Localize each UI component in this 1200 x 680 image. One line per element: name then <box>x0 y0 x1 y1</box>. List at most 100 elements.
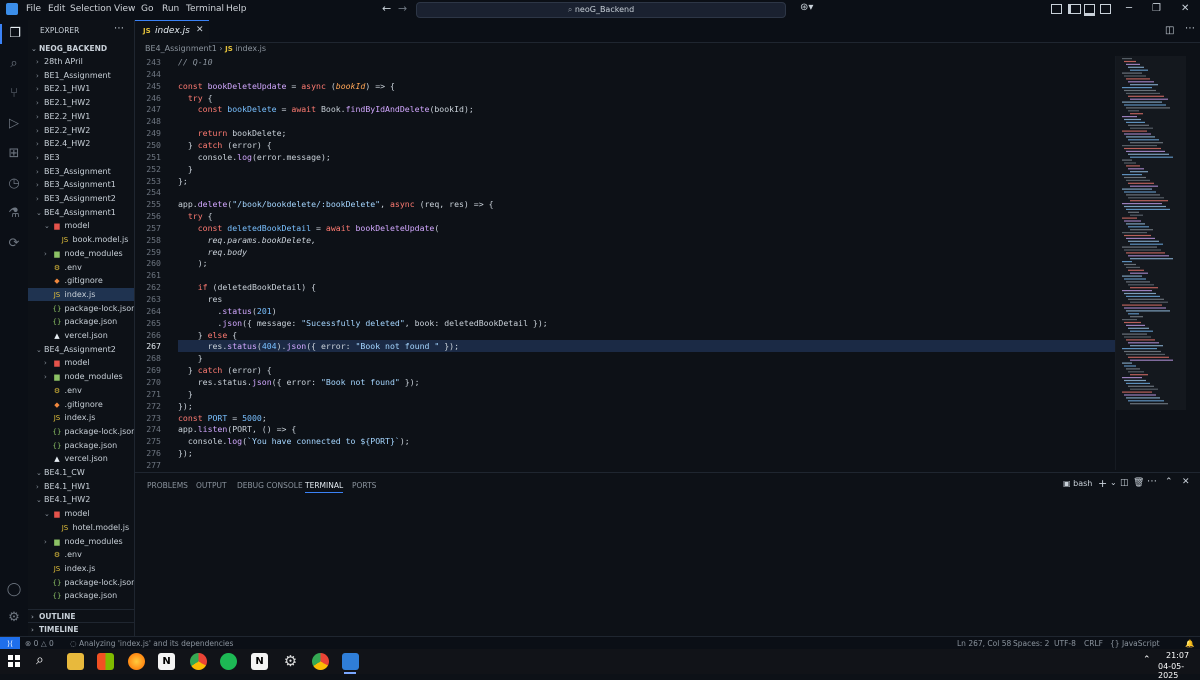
microsoft-store-icon[interactable] <box>97 653 114 670</box>
toggle-panel-icon[interactable] <box>1084 4 1095 16</box>
tab-ports[interactable]: PORTS <box>352 481 376 490</box>
menu-edit[interactable]: Edit <box>48 4 65 14</box>
workspace-root[interactable]: ⌄ NEOG_BACKEND <box>28 42 134 55</box>
tree-folder[interactable]: ⌄ BE4_Assignment1 <box>28 206 134 219</box>
forward-arrow-icon[interactable]: → <box>398 2 407 15</box>
split-editor-icon[interactable]: ◫ <box>1165 25 1174 36</box>
minimize-icon[interactable]: ─ <box>1126 3 1132 14</box>
restore-icon[interactable]: ❐ <box>1152 3 1161 14</box>
tree-folder[interactable]: › BE2.2_HW1 <box>28 110 134 123</box>
split-terminal-icon[interactable]: ◫ <box>1120 478 1129 488</box>
tree-folder[interactable]: › ▆ model <box>28 356 134 369</box>
minimap-viewport[interactable] <box>1116 56 1186 410</box>
chrome-icon[interactable] <box>312 653 329 670</box>
outline-section[interactable]: › OUTLINE <box>28 609 134 623</box>
tree-file[interactable]: JS hotel.model.js <box>28 521 134 534</box>
toggle-primary-sidebar-icon[interactable] <box>1068 4 1081 14</box>
tree-folder[interactable]: › ▆ node_modules <box>28 370 134 383</box>
kill-terminal-icon[interactable]: 🗑 <box>1133 478 1144 488</box>
tab-debug-console[interactable]: DEBUG CONSOLE <box>237 481 303 490</box>
tree-folder[interactable]: › BE3_Assignment2 <box>28 192 134 205</box>
menu-file[interactable]: File <box>26 4 41 14</box>
tree-folder[interactable]: › BE2.4_HW2 <box>28 137 134 150</box>
remote-explorer-icon[interactable]: ◷ <box>4 174 24 194</box>
tree-folder[interactable]: ⌄ ▆ model <box>28 219 134 232</box>
taskbar-search-icon[interactable]: ⌕ <box>36 652 44 668</box>
explorer-icon[interactable]: ❐ <box>0 24 28 44</box>
live-share-icon[interactable]: ⟳ <box>4 234 24 254</box>
extensions-icon[interactable]: ⊞ <box>4 144 24 164</box>
tab-index-js[interactable]: JS index.js ✕ <box>135 20 209 43</box>
tree-file[interactable]: {} package.json <box>28 589 134 602</box>
tree-folder[interactable]: › ▆ node_modules <box>28 535 134 548</box>
close-tab-icon[interactable]: ✕ <box>196 25 204 35</box>
tree-file[interactable]: ◆ .gitignore <box>28 274 134 287</box>
tree-file[interactable]: ▲ vercel.json <box>28 329 134 342</box>
chrome-icon[interactable] <box>190 653 207 670</box>
file-explorer-icon[interactable] <box>67 653 84 670</box>
maximize-panel-icon[interactable]: ⌃ <box>1165 477 1173 487</box>
source-control-icon[interactable]: ⑂ <box>4 84 24 104</box>
minimap[interactable] <box>1115 56 1200 470</box>
tree-file[interactable]: {} package.json <box>28 439 134 452</box>
tree-file[interactable]: JS index.js <box>28 287 134 301</box>
explorer-more-icon[interactable]: ⋯ <box>114 23 124 34</box>
tree-folder[interactable]: › BE2.1_HW2 <box>28 96 134 109</box>
breadcrumb-file[interactable]: index.js <box>235 44 266 53</box>
menu-run[interactable]: Run <box>162 4 179 14</box>
tree-folder[interactable]: › BE1_Assignment <box>28 69 134 82</box>
close-panel-icon[interactable]: ✕ <box>1182 477 1190 487</box>
tab-terminal[interactable]: TERMINAL <box>305 481 344 493</box>
menu-help[interactable]: Help <box>226 4 247 14</box>
tree-folder[interactable]: ⌄ BE4_Assignment2 <box>28 343 134 356</box>
tree-file[interactable]: {} package.json <box>28 315 134 328</box>
tree-file[interactable]: ◆ .gitignore <box>28 398 134 411</box>
tree-folder[interactable]: › BE2.2_HW2 <box>28 124 134 137</box>
menu-go[interactable]: Go <box>141 4 153 14</box>
spotify-icon[interactable] <box>220 653 237 670</box>
tree-file[interactable]: JS index.js <box>28 411 134 424</box>
clock-time[interactable]: 21:07 <box>1166 651 1189 660</box>
tree-folder[interactable]: › BE3_Assignment <box>28 165 134 178</box>
tree-folder[interactable]: › ▆ node_modules <box>28 247 134 260</box>
testing-icon[interactable]: ⚗ <box>4 204 24 224</box>
tree-folder[interactable]: › 28th APril <box>28 55 134 68</box>
tree-file[interactable]: {} package-lock.json <box>28 425 134 438</box>
more-actions-icon[interactable]: ⋯ <box>1147 476 1157 487</box>
copilot-icon[interactable]: ⊛▾ <box>800 2 813 13</box>
code-editor[interactable]: 243 // Q-10 244 245 const bookDeleteUpdate =… <box>135 56 1115 470</box>
command-center-search[interactable]: ⌕ neoG_Backend <box>416 2 786 18</box>
notion-icon[interactable]: N <box>251 653 268 670</box>
taskbar-chevron-icon[interactable]: ⌃ <box>1143 655 1151 665</box>
clock-date[interactable]: 04-05-2025 <box>1158 662 1200 680</box>
new-terminal-icon[interactable]: + <box>1098 477 1107 490</box>
vscode-icon[interactable] <box>342 653 359 670</box>
menu-view[interactable]: View <box>114 4 135 14</box>
tree-file[interactable]: ⚙ .env <box>28 548 134 561</box>
account-icon[interactable]: ◯ <box>4 580 24 600</box>
timeline-section[interactable]: › TIMELINE <box>28 622 134 636</box>
tree-file[interactable]: ▲ vercel.json <box>28 452 134 465</box>
tab-problems[interactable]: PROBLEMS <box>147 481 188 490</box>
menu-selection[interactable]: Selection <box>70 4 111 14</box>
more-actions-icon[interactable]: ⋯ <box>1185 23 1195 34</box>
firefox-icon[interactable] <box>128 653 145 670</box>
tree-folder[interactable]: ⌄ BE4.1_HW2 <box>28 493 134 506</box>
menu-terminal[interactable]: Terminal <box>186 4 224 14</box>
tree-folder[interactable]: ⌄ BE4.1_CW <box>28 466 134 479</box>
tree-file[interactable]: JS index.js <box>28 562 134 575</box>
terminal-shell[interactable]: ▣ bash <box>1063 479 1092 488</box>
settings-gear-icon[interactable]: ⚙ <box>282 653 299 670</box>
run-debug-icon[interactable]: ▷ <box>4 114 24 134</box>
tree-file[interactable]: JS book.model.js <box>28 233 134 246</box>
tree-folder[interactable]: ⌄ ▆ model <box>28 507 134 520</box>
tree-folder[interactable]: › BE4.1_HW1 <box>28 480 134 493</box>
tree-folder[interactable]: › BE3_Assignment1 <box>28 178 134 191</box>
tree-file[interactable]: ⚙ .env <box>28 384 134 397</box>
tree-file[interactable]: {} package-lock.json <box>28 302 134 315</box>
chevron-down-icon[interactable]: ⌄ <box>1110 478 1117 487</box>
tab-output[interactable]: OUTPUT <box>196 481 227 490</box>
manage-gear-icon[interactable]: ⚙ <box>4 608 24 628</box>
breadcrumb-folder[interactable]: BE4_Assignment1 <box>145 44 217 53</box>
windows-start-icon[interactable] <box>8 655 20 667</box>
